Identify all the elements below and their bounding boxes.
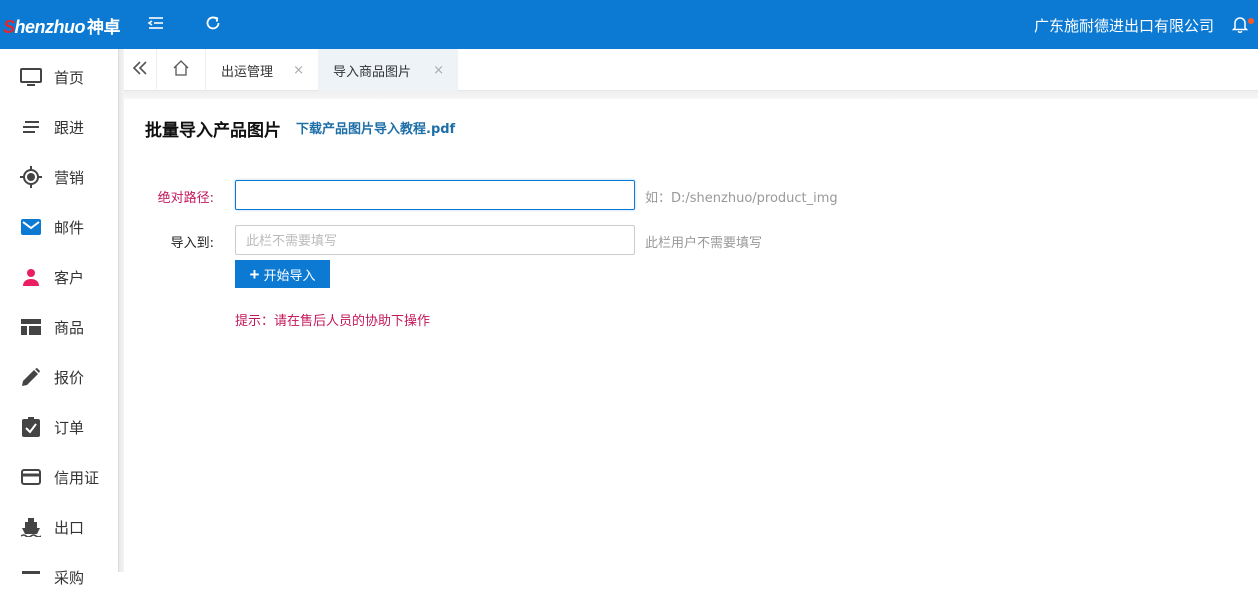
sidebar-item-label: 出口 bbox=[54, 518, 85, 537]
user-icon bbox=[20, 266, 42, 288]
notification-bell-icon[interactable] bbox=[1231, 15, 1250, 35]
sidebar-item-followup[interactable]: 跟进 bbox=[0, 102, 118, 152]
absolute-path-label: 绝对路径: bbox=[157, 191, 214, 206]
sidebar-item-label: 信用证 bbox=[54, 468, 100, 487]
sidebar-item-label: 邮件 bbox=[54, 218, 85, 237]
tab-label: 导入商品图片 bbox=[333, 64, 412, 80]
start-import-label: 开始导入 bbox=[263, 267, 316, 283]
sidebar-item-letter-of-credit[interactable]: 信用证 bbox=[0, 452, 118, 502]
cart-icon bbox=[20, 566, 42, 588]
notification-dot bbox=[1248, 18, 1254, 24]
import-to-input[interactable] bbox=[235, 225, 635, 255]
tab-bar: 出运管理 × 导入商品图片 × bbox=[124, 49, 1258, 91]
sidebar-item-customer[interactable]: 客户 bbox=[0, 252, 118, 302]
grid-icon bbox=[20, 316, 42, 338]
sidebar-item-label: 采购 bbox=[54, 568, 85, 587]
sidebar-item-label: 报价 bbox=[54, 368, 85, 387]
tab-import-product-images[interactable]: 导入商品图片 × bbox=[318, 49, 458, 91]
sidebar-item-export[interactable]: 出口 bbox=[0, 502, 118, 552]
tip-text: 提示：请在售后人员的协助下操作 bbox=[235, 314, 431, 329]
sidebar-item-label: 跟进 bbox=[54, 118, 85, 137]
sidebar-item-orders[interactable]: 订单 bbox=[0, 402, 118, 452]
pencil-icon bbox=[20, 366, 42, 388]
credit-card-icon bbox=[20, 466, 42, 488]
sidebar-item-quote[interactable]: 报价 bbox=[0, 352, 118, 402]
double-chevron-left-icon bbox=[132, 60, 148, 80]
tab-label: 出运管理 bbox=[221, 64, 274, 80]
absolute-path-hint: 如：D:/shenzhuo/product_img bbox=[645, 191, 838, 206]
tab-shipment-management[interactable]: 出运管理 × bbox=[206, 49, 318, 91]
sidebar-item-label: 首页 bbox=[54, 68, 85, 87]
sidebar-item-mail[interactable]: 邮件 bbox=[0, 202, 118, 252]
refresh-icon[interactable] bbox=[204, 14, 224, 34]
import-to-label: 导入到: bbox=[170, 236, 214, 251]
top-bar: Shenzhuo 神卓 广东施耐德进出口有限公司 bbox=[0, 0, 1258, 49]
tab-close-icon[interactable]: × bbox=[433, 63, 444, 78]
tabs-scroll-left-button[interactable] bbox=[124, 49, 157, 91]
sidebar-item-home[interactable]: 首页 bbox=[0, 52, 118, 102]
company-name[interactable]: 广东施耐德进出口有限公司 bbox=[1034, 15, 1214, 36]
sidebar-item-label: 营销 bbox=[54, 168, 85, 187]
absolute-path-input[interactable] bbox=[235, 180, 635, 210]
collapse-menu-icon[interactable] bbox=[147, 14, 167, 34]
sidebar-item-label: 商品 bbox=[54, 318, 85, 337]
ship-icon bbox=[20, 516, 42, 538]
sidebar: 首页 跟进 营销 邮件 客户 商品 报价 订单 信用证 出口 采购 bbox=[0, 49, 118, 587]
target-icon bbox=[20, 166, 42, 188]
sidebar-item-label: 客户 bbox=[54, 268, 85, 287]
sidebar-item-marketing[interactable]: 营销 bbox=[0, 152, 118, 202]
mail-icon bbox=[20, 216, 42, 238]
sidebar-item-label: 订单 bbox=[54, 418, 85, 437]
logo: Shenzhuo 神卓 bbox=[3, 17, 121, 37]
tab-bar-shadow bbox=[124, 91, 1258, 99]
sidebar-item-products[interactable]: 商品 bbox=[0, 302, 118, 352]
import-to-hint: 此栏用户不需要填写 bbox=[645, 236, 763, 251]
download-tutorial-link[interactable]: 下载产品图片导入教程.pdf bbox=[296, 118, 455, 137]
home-icon bbox=[173, 60, 189, 80]
clipboard-check-icon bbox=[20, 416, 42, 438]
main-content: 批量导入产品图片 下载产品图片导入教程.pdf 绝对路径: 如：D:/shenz… bbox=[124, 99, 1258, 572]
plus-icon: + bbox=[249, 264, 260, 284]
page-title: 批量导入产品图片 bbox=[145, 121, 281, 141]
tab-close-icon[interactable]: × bbox=[293, 63, 304, 78]
tab-home[interactable] bbox=[157, 49, 206, 91]
lines-icon bbox=[20, 116, 42, 138]
sidebar-item-purchase[interactable]: 采购 bbox=[0, 552, 118, 602]
start-import-button[interactable]: + 开始导入 bbox=[235, 260, 330, 288]
monitor-icon bbox=[20, 66, 42, 88]
